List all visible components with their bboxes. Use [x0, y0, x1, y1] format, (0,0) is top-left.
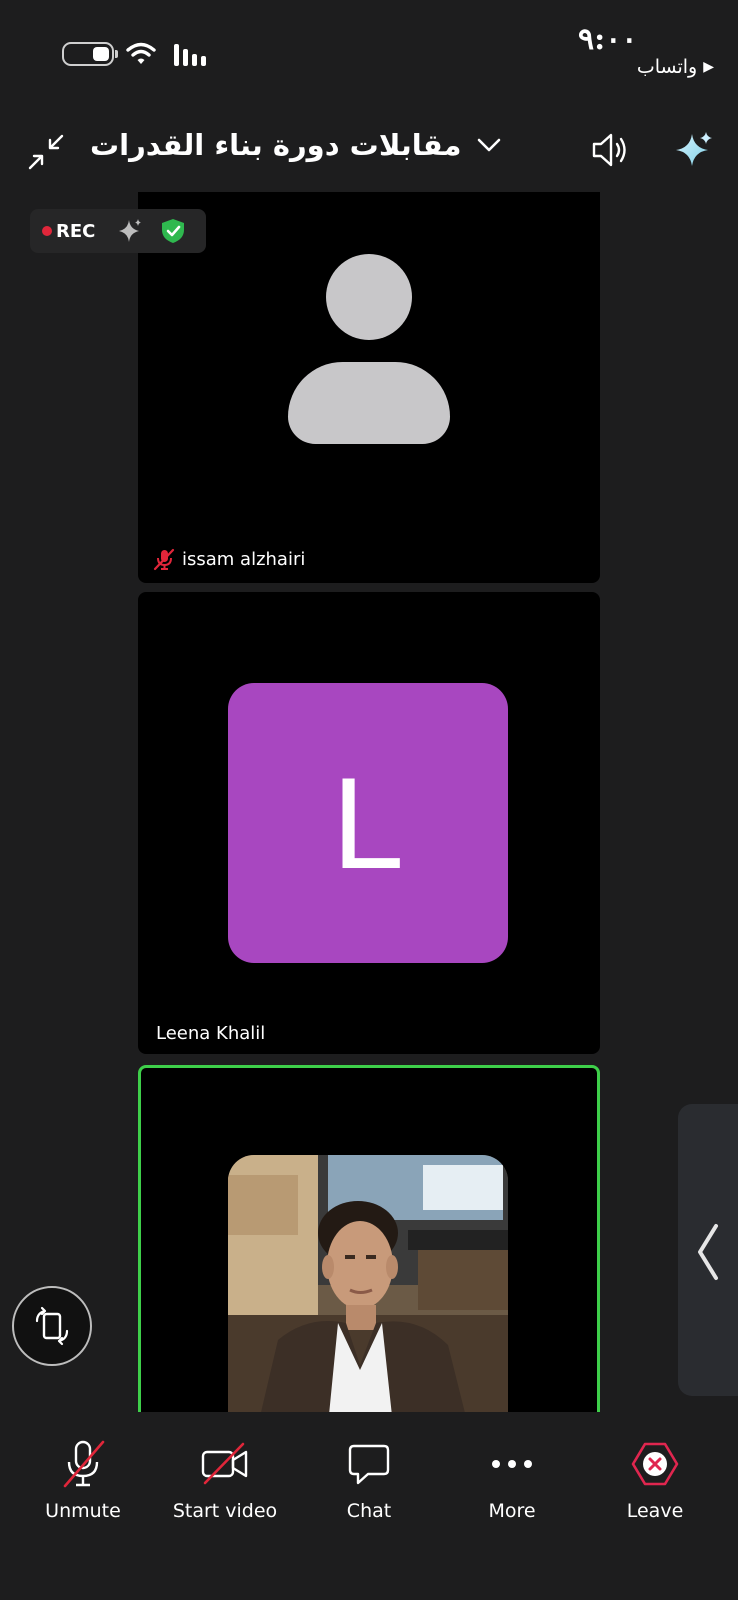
- avatar-letter: L: [331, 750, 405, 896]
- gallery-side-handle[interactable]: [678, 1104, 738, 1396]
- chat-button[interactable]: Chat: [299, 1438, 439, 1522]
- clock: ٩:٠٠: [578, 22, 638, 57]
- ai-companion-icon[interactable]: [674, 130, 714, 170]
- recording-dot-icon: [42, 226, 52, 236]
- chat-icon: [348, 1444, 390, 1485]
- back-to-app-link[interactable]: ▶ واتساب: [637, 56, 714, 78]
- status-bar: ٩:٠٠ ▶ واتساب: [0, 0, 738, 110]
- leave-label: Leave: [626, 1500, 684, 1522]
- start-video-button[interactable]: Start video: [155, 1438, 295, 1522]
- back-arrow-icon: ▶: [703, 59, 714, 75]
- avatar-placeholder-body: [288, 362, 450, 444]
- back-app-label: واتساب: [636, 56, 698, 78]
- recording-badge[interactable]: REC: [30, 209, 206, 253]
- mic-muted-icon: [153, 548, 175, 571]
- participant-photo: [228, 1155, 508, 1420]
- meeting-title-dropdown[interactable]: مقابلات دورة بناء القدرات: [90, 128, 503, 162]
- avatar-placeholder-head: [326, 254, 412, 340]
- rotate-icon: [35, 1306, 69, 1346]
- encryption-shield-icon: [162, 219, 185, 243]
- more-label: More: [488, 1500, 536, 1522]
- signal-icon: [174, 44, 206, 66]
- video-tile-issam[interactable]: issam alzhairi: [138, 192, 600, 583]
- mic-off-icon: [63, 1440, 105, 1488]
- leave-icon: [631, 1442, 679, 1486]
- recording-label: REC: [56, 220, 96, 242]
- chevron-left-icon: [698, 1224, 718, 1280]
- chat-label: Chat: [346, 1500, 392, 1522]
- participant-name: issam alzhairi: [182, 548, 306, 570]
- chevron-down-icon: [478, 138, 501, 152]
- video-off-icon: [201, 1442, 248, 1485]
- more-dots-icon: [492, 1460, 532, 1468]
- participant-name-label: issam alzhairi: [152, 547, 305, 571]
- speaker-icon[interactable]: [590, 130, 630, 170]
- sparkle-icon: [119, 219, 142, 242]
- video-tile-active-speaker[interactable]: [138, 1065, 600, 1420]
- video-tile-leena[interactable]: L Leena Khalil: [138, 592, 600, 1054]
- unmute-label: Unmute: [45, 1500, 121, 1522]
- minimize-icon[interactable]: [26, 132, 66, 172]
- start-video-label: Start video: [172, 1500, 278, 1522]
- meeting-title: مقابلات دورة بناء القدرات: [90, 128, 462, 162]
- participant-name: Leena Khalil: [156, 1023, 266, 1044]
- battery-icon: [62, 42, 118, 66]
- participant-name-label: Leena Khalil: [156, 1023, 265, 1044]
- wifi-icon: [126, 42, 156, 64]
- meeting-toolbar: Unmute Start video Chat More Leave: [0, 1412, 738, 1600]
- more-button[interactable]: More: [442, 1438, 582, 1522]
- meeting-header: مقابلات دورة بناء القدرات: [0, 120, 738, 190]
- leave-button[interactable]: Leave: [585, 1438, 725, 1522]
- rotate-screen-button[interactable]: [12, 1286, 92, 1366]
- unmute-button[interactable]: Unmute: [13, 1438, 153, 1522]
- avatar: L: [228, 683, 508, 963]
